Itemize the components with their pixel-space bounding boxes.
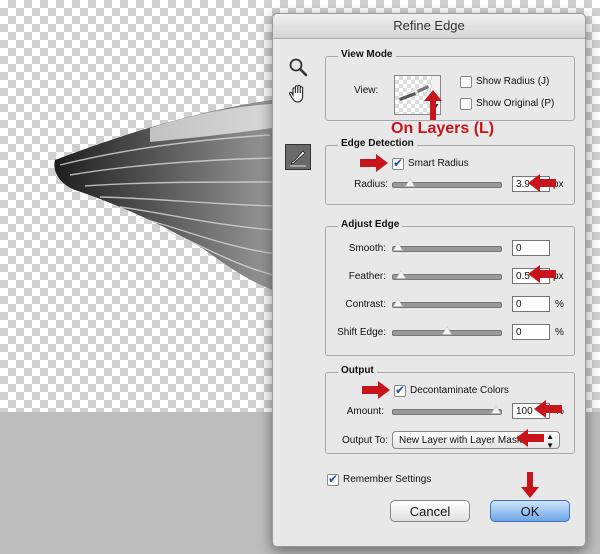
smooth-input[interactable]: 0: [512, 240, 550, 256]
smooth-slider-thumb[interactable]: [393, 242, 403, 251]
amount-label: Amount:: [346, 406, 384, 417]
red-arrow-icon: [528, 174, 556, 192]
refine-radius-brush-icon: [290, 150, 306, 167]
show-radius-label: Show Radius (J): [476, 76, 550, 87]
view-mode-title: View Mode: [338, 49, 396, 60]
red-arrow-icon: [528, 265, 556, 283]
contrast-input[interactable]: 0: [512, 296, 550, 312]
cancel-button[interactable]: Cancel: [390, 500, 470, 522]
red-arrow-icon: [521, 472, 539, 498]
view-label: View:: [354, 85, 379, 96]
contrast-label: Contrast:: [345, 299, 386, 310]
feather-slider[interactable]: [392, 270, 502, 280]
remember-settings-label: Remember Settings: [343, 474, 432, 485]
shift-edge-slider-thumb[interactable]: [442, 326, 452, 335]
hand-tool[interactable]: [287, 82, 311, 106]
refine-radius-tool[interactable]: [285, 144, 311, 170]
contrast-slider-thumb[interactable]: [393, 298, 403, 307]
show-original-label: Show Original (P): [476, 98, 555, 109]
edge-detection-title: Edge Detection: [338, 138, 417, 149]
remember-settings-checkbox[interactable]: [327, 472, 339, 486]
zoom-icon: [289, 58, 308, 77]
smart-radius-label: Smart Radius: [408, 158, 469, 169]
shift-edge-label: Shift Edge:: [337, 327, 386, 338]
show-radius-checkbox[interactable]: [460, 76, 472, 88]
decontaminate-colors-label: Decontaminate Colors: [410, 385, 509, 396]
smart-radius-checkbox[interactable]: [392, 156, 404, 170]
contrast-unit: %: [555, 299, 564, 310]
adjust-edge-group: Adjust Edge Smooth: 0 Feather: 0.5 px Co…: [325, 219, 575, 356]
hand-icon: [288, 84, 304, 103]
adjust-edge-title: Adjust Edge: [338, 219, 403, 230]
contrast-slider[interactable]: [392, 298, 502, 308]
radius-slider[interactable]: [392, 178, 502, 188]
amount-slider[interactable]: [392, 405, 502, 415]
radius-slider-thumb[interactable]: [404, 178, 415, 187]
zoom-tool[interactable]: [287, 56, 311, 80]
amount-slider-thumb[interactable]: [491, 405, 501, 414]
smooth-label: Smooth:: [348, 243, 386, 254]
red-arrow-icon: [516, 429, 544, 447]
dialog-title: Refine Edge: [273, 14, 585, 39]
feather-slider-thumb[interactable]: [395, 270, 406, 279]
shift-edge-unit: %: [555, 327, 564, 338]
ok-button[interactable]: OK: [490, 500, 570, 522]
output-to-label: Output To:: [342, 435, 388, 446]
shift-edge-input[interactable]: 0: [512, 324, 550, 340]
red-arrow-icon: [424, 90, 442, 120]
red-arrow-icon: [360, 154, 388, 172]
output-title: Output: [338, 365, 377, 376]
show-original-checkbox[interactable]: [460, 98, 472, 110]
feather-label: Feather:: [348, 271, 386, 282]
shift-edge-slider[interactable]: [392, 326, 502, 336]
smooth-slider[interactable]: [392, 242, 502, 252]
red-arrow-icon: [362, 381, 390, 399]
output-to-value: New Layer with Layer Mask: [399, 435, 522, 446]
on-layers-annotation: On Layers (L): [391, 120, 495, 137]
up-down-arrows-icon: ▲ ▼: [546, 432, 554, 450]
red-arrow-icon: [534, 400, 562, 418]
view-mode-group: View Mode View: Show Radius (J) Show Ori…: [325, 49, 575, 121]
decontaminate-colors-checkbox[interactable]: [394, 383, 406, 397]
radius-label: Radius:: [354, 179, 388, 190]
